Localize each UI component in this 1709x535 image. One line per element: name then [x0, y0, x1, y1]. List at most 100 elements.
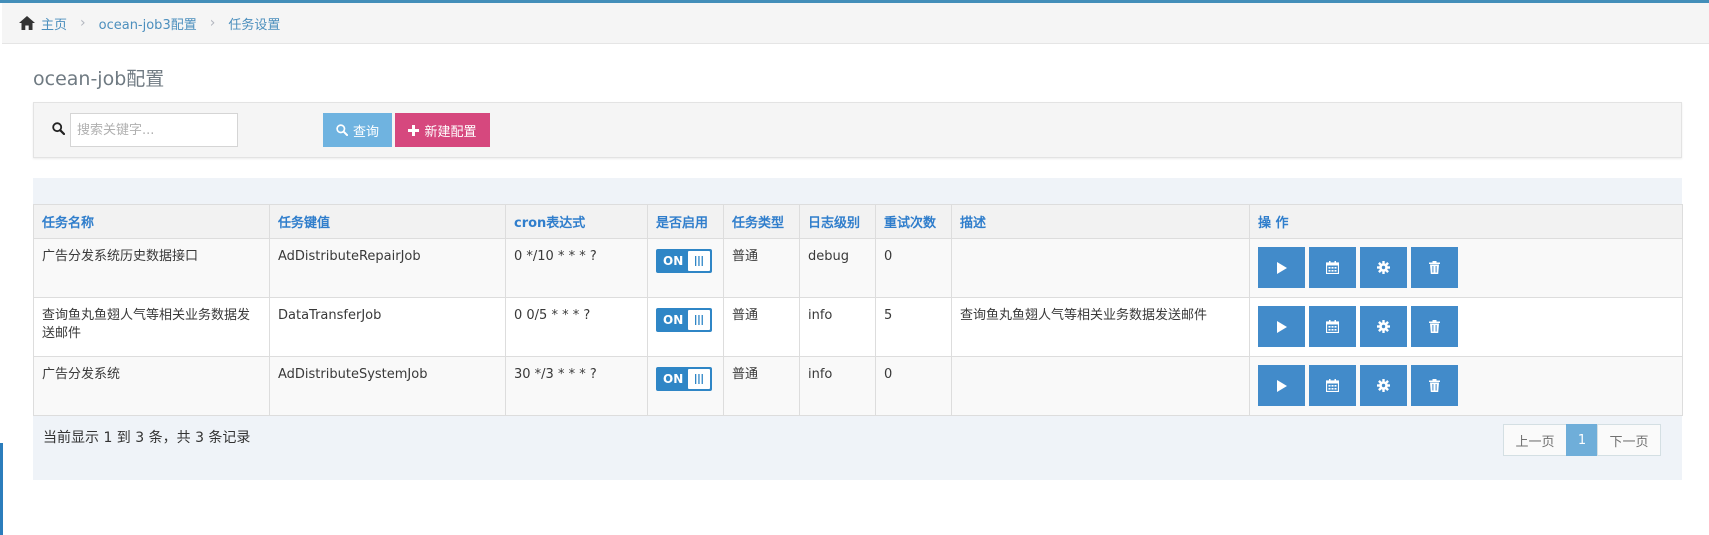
breadcrumb-separator: › — [80, 15, 86, 31]
enabled-toggle[interactable]: ON — [656, 308, 712, 332]
trash-icon — [1429, 320, 1440, 333]
column-header-type[interactable]: 任务类型 — [723, 204, 800, 239]
enabled-toggle[interactable]: ON — [656, 367, 712, 391]
job-retries: 0 — [875, 238, 952, 298]
job-type: 普通 — [723, 356, 800, 416]
run-job-button[interactable] — [1258, 306, 1305, 347]
job-type: 普通 — [723, 297, 800, 357]
breadcrumb-item-current[interactable]: 任务设置 — [228, 14, 280, 33]
column-header-cron[interactable]: cron表达式 — [505, 204, 648, 239]
job-actions — [1249, 297, 1683, 357]
calendar-icon — [1326, 320, 1339, 333]
calendar-icon — [1326, 379, 1339, 392]
run-job-button[interactable] — [1258, 247, 1305, 288]
toggle-label: ON — [663, 372, 684, 386]
new-config-button[interactable]: 新建配置 — [395, 113, 490, 147]
column-header-description[interactable]: 描述 — [951, 204, 1250, 239]
toggle-knob-icon — [688, 251, 710, 271]
job-table-container: 任务名称 任务键值 cron表达式 是否启用 任务类型 日志级别 重试次数 描述… — [33, 178, 1683, 480]
query-button-label: 查询 — [352, 124, 379, 140]
table-header-row: 任务名称 任务键值 cron表达式 是否启用 任务类型 日志级别 重试次数 描述… — [33, 204, 1683, 239]
job-name: 查询鱼丸鱼翅人气等相关业务数据发送邮件 — [33, 297, 270, 357]
job-type: 普通 — [723, 238, 800, 298]
delete-button[interactable] — [1411, 247, 1458, 288]
play-icon — [1277, 320, 1287, 333]
gear-icon — [1377, 379, 1390, 392]
search-icon — [52, 122, 66, 139]
job-enabled-cell: ON — [647, 297, 724, 357]
job-key: AdDistributeSystemJob — [269, 356, 506, 416]
toggle-label: ON — [663, 254, 684, 268]
job-retries: 5 — [875, 297, 952, 357]
settings-button[interactable] — [1360, 247, 1407, 288]
settings-button[interactable] — [1360, 365, 1407, 406]
breadcrumb-home-label: 主页 — [41, 17, 68, 33]
record-count-info: 当前显示 1 到 3 条，共 3 条记录 — [43, 430, 251, 446]
job-retries: 0 — [875, 356, 952, 416]
trash-icon — [1429, 261, 1440, 274]
search-panel: 查询 新建配置 — [33, 102, 1682, 158]
trash-icon — [1429, 379, 1440, 392]
enabled-toggle[interactable]: ON — [656, 249, 712, 273]
job-table: 任务名称 任务键值 cron表达式 是否启用 任务类型 日志级别 重试次数 描述… — [33, 204, 1683, 416]
job-actions — [1249, 238, 1683, 298]
table-footer: 当前显示 1 到 3 条，共 3 条记录 上一页 1 下一页 — [33, 412, 1682, 480]
query-button[interactable]: 查询 — [323, 113, 392, 147]
new-config-button-label: 新建配置 — [424, 124, 477, 140]
column-header-name[interactable]: 任务名称 — [33, 204, 270, 239]
job-cron: 0 */10 * * * ? — [505, 238, 648, 298]
delete-button[interactable] — [1411, 306, 1458, 347]
schedule-button[interactable] — [1309, 365, 1356, 406]
job-description — [951, 238, 1250, 298]
prev-page-button[interactable]: 上一页 — [1503, 424, 1567, 456]
run-job-button[interactable] — [1258, 365, 1305, 406]
schedule-button[interactable] — [1309, 247, 1356, 288]
breadcrumb-home[interactable]: 主页 — [19, 14, 67, 33]
column-header-actions: 操 作 — [1249, 204, 1683, 239]
column-header-log-level[interactable]: 日志级别 — [799, 204, 876, 239]
delete-button[interactable] — [1411, 365, 1458, 406]
search-input[interactable] — [70, 113, 238, 147]
plus-icon — [408, 124, 420, 136]
table-row: 广告分发系统 AdDistributeSystemJob 30 */3 * * … — [33, 356, 1683, 416]
schedule-button[interactable] — [1309, 306, 1356, 347]
page-number-button[interactable]: 1 — [1566, 424, 1598, 456]
gear-icon — [1377, 261, 1390, 274]
home-icon — [19, 16, 35, 30]
table-row: 查询鱼丸鱼翅人气等相关业务数据发送邮件 DataTransferJob 0 0/… — [33, 297, 1683, 357]
toggle-knob-icon — [688, 369, 710, 389]
job-enabled-cell: ON — [647, 356, 724, 416]
toggle-knob-icon — [688, 310, 710, 330]
settings-button[interactable] — [1360, 306, 1407, 347]
breadcrumb: 主页 › ocean-job3配置 › 任务设置 — [2, 3, 1709, 44]
play-icon — [1277, 261, 1287, 274]
job-cron: 30 */3 * * * ? — [505, 356, 648, 416]
pagination: 上一页 1 下一页 — [1503, 424, 1661, 456]
column-header-enabled[interactable]: 是否启用 — [647, 204, 724, 239]
job-description: 查询鱼丸鱼翅人气等相关业务数据发送邮件 — [951, 297, 1250, 357]
job-name: 广告分发系统历史数据接口 — [33, 238, 270, 298]
table-row: 广告分发系统历史数据接口 AdDistributeRepairJob 0 */1… — [33, 238, 1683, 298]
breadcrumb-item[interactable]: ocean-job3配置 — [99, 14, 197, 33]
job-name: 广告分发系统 — [33, 356, 270, 416]
calendar-icon — [1326, 261, 1339, 274]
job-log-level: info — [799, 297, 876, 357]
job-log-level: info — [799, 356, 876, 416]
job-cron: 0 0/5 * * * ? — [505, 297, 648, 357]
column-header-retries[interactable]: 重试次数 — [875, 204, 952, 239]
job-key: DataTransferJob — [269, 297, 506, 357]
page-title: ocean-job配置 — [33, 68, 165, 90]
job-actions — [1249, 356, 1683, 416]
job-log-level: debug — [799, 238, 876, 298]
job-key: AdDistributeRepairJob — [269, 238, 506, 298]
column-header-key[interactable]: 任务键值 — [269, 204, 506, 239]
job-enabled-cell: ON — [647, 238, 724, 298]
gear-icon — [1377, 320, 1390, 333]
toggle-label: ON — [663, 313, 684, 327]
job-description — [951, 356, 1250, 416]
next-page-button[interactable]: 下一页 — [1597, 424, 1661, 456]
play-icon — [1277, 379, 1287, 392]
search-icon — [336, 124, 348, 136]
sidebar-edge — [0, 443, 3, 535]
breadcrumb-separator: › — [209, 15, 216, 31]
